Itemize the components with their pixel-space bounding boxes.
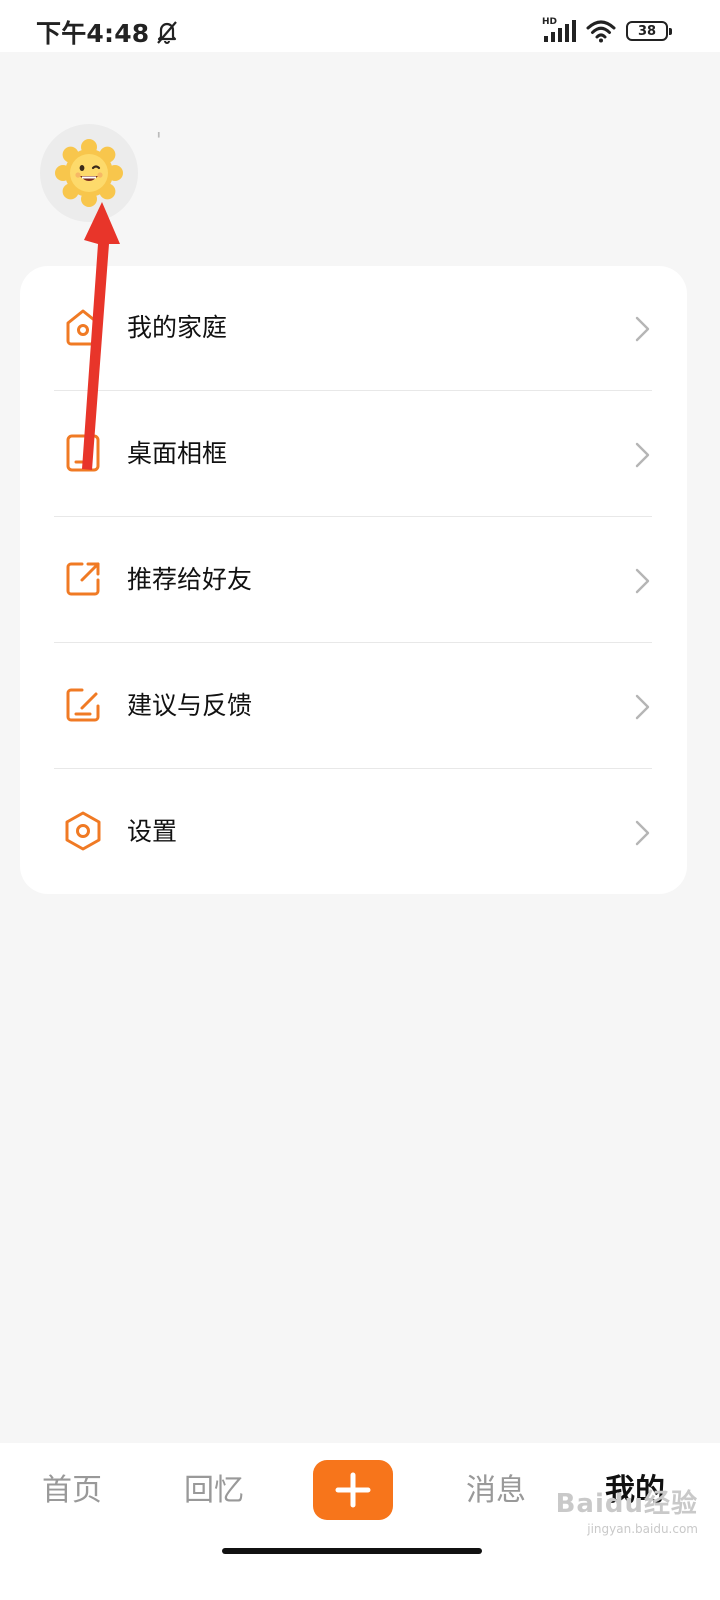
wifi-icon [586,20,616,43]
status-time: 下午4:48 [36,19,150,48]
chevron-right-icon [635,694,650,720]
nav-tab-messages[interactable]: 消息 [466,1471,526,1511]
status-icons: HD 38 [542,16,672,46]
menu-divider [54,390,652,391]
status-time-group: 下午4:48 [36,12,179,52]
nav-tab-memories[interactable]: 回忆 [184,1471,244,1511]
menu-item-label: 我的家庭 [127,313,228,342]
share-icon [66,562,100,596]
menu-item-label: 桌面相框 [127,439,228,468]
home-indicator[interactable] [222,1548,482,1554]
watermark-main: Baidu经验 [555,1489,698,1519]
chevron-right-icon [635,820,650,846]
username[interactable]: ' [156,128,162,152]
signal-icon: HD [542,17,576,44]
menu-divider [54,768,652,769]
feedback-edit-icon [66,688,100,722]
home-icon [66,309,100,346]
menu-item-label: 推荐给好友 [127,565,253,594]
menu-item-recommend[interactable]: 推荐给好友 [20,518,687,644]
menu-item-label: 建议与反馈 [127,691,253,720]
status-bar: 下午4:48 HD 38 [0,0,720,52]
chevron-right-icon [635,568,650,594]
menu-divider [54,642,652,643]
add-button[interactable] [313,1460,393,1520]
mute-bell-icon [157,21,178,44]
bottom-nav: 首页 回忆 消息 我的 Baidu经验 jingyan.baidu.com [0,1443,720,1600]
watermark: Baidu经验 jingyan.baidu.com [556,1491,698,1535]
menu-divider [54,516,652,517]
menu-item-feedback[interactable]: 建议与反馈 [20,644,687,770]
menu-item-desktop-frame[interactable]: 桌面相框 [20,392,687,518]
battery-icon: 38 [626,21,672,41]
menu-item-my-family[interactable]: 我的家庭 [20,266,687,392]
nav-tab-home[interactable]: 首页 [42,1471,102,1511]
battery-level: 38 [637,23,657,39]
plus-icon [335,1472,371,1508]
menu-item-label: 设置 [127,817,178,846]
chevron-right-icon [635,316,650,342]
avatar[interactable] [40,124,138,222]
settings-hexagon-icon [65,811,101,851]
sun-face-icon [55,139,123,207]
menu-item-settings[interactable]: 设置 [20,770,687,896]
chevron-right-icon [635,442,650,468]
photo-frame-icon [66,434,100,472]
watermark-sub: jingyan.baidu.com [587,1522,698,1536]
menu-card: 我的家庭 桌面相框 推荐给好友 建议与反馈 设置 [20,266,687,894]
